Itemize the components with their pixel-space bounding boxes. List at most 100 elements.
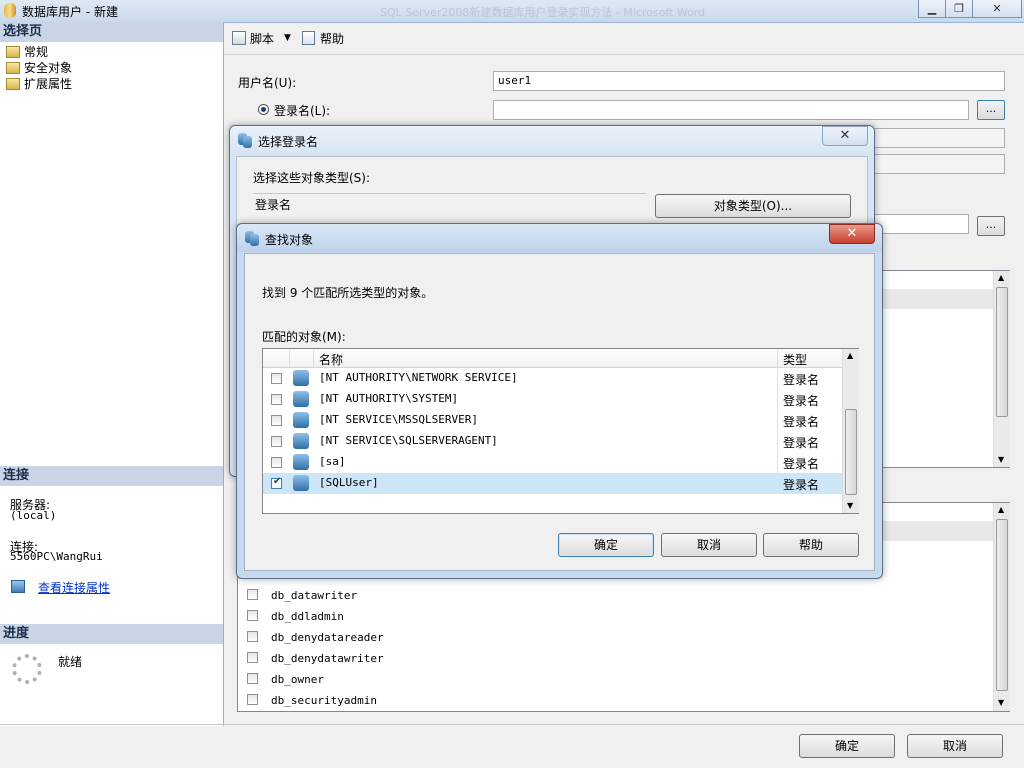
row-checkbox[interactable] bbox=[271, 373, 282, 384]
scrollbar-thumb[interactable] bbox=[996, 287, 1008, 417]
matched-list-scrollbar[interactable]: ▲ ▼ bbox=[842, 349, 859, 513]
row-name: [NT SERVICE\SQLSERVERAGENT] bbox=[319, 434, 498, 447]
script-dropdown-chevron-icon[interactable]: ▼ bbox=[284, 33, 291, 43]
help-icon bbox=[302, 31, 315, 45]
matched-rows: [NT AUTHORITY\NETWORK SERVICE] 登录名 [NT AUT… bbox=[263, 368, 843, 496]
nav-label: 常规 bbox=[24, 45, 49, 59]
find-objects-users-icon bbox=[245, 231, 259, 246]
login-name-input[interactable] bbox=[493, 100, 969, 120]
table-row[interactable]: [NT SERVICE\SQLSERVERAGENT] 登录名 bbox=[263, 431, 843, 452]
nav-item-securables[interactable]: 安全对象 bbox=[6, 60, 72, 76]
object-types-value: 登录名 bbox=[253, 193, 646, 217]
role-name: db_securityadmin bbox=[271, 694, 377, 707]
row-name: [NT AUTHORITY\SYSTEM] bbox=[319, 392, 459, 405]
username-input[interactable]: user1 bbox=[493, 71, 1005, 91]
role-name: db_owner bbox=[271, 673, 324, 686]
login-user-icon bbox=[293, 433, 309, 449]
column-divider bbox=[777, 410, 778, 431]
row-name: [SQLUser] bbox=[319, 476, 379, 489]
row-checkbox[interactable] bbox=[271, 457, 282, 468]
minimize-button[interactable]: ▁ bbox=[918, 0, 946, 18]
radio-dot-icon bbox=[261, 107, 266, 112]
page-icon bbox=[6, 46, 20, 58]
find-cancel-button[interactable]: 取消 bbox=[661, 533, 757, 557]
login-user-icon bbox=[293, 454, 309, 470]
row-name: [NT AUTHORITY\NETWORK SERVICE] bbox=[319, 371, 518, 384]
table-row[interactable]: [sa] 登录名 bbox=[263, 452, 843, 473]
find-objects-dialog: 查找对象 ✕ 找到 9 个匹配所选类型的对象。 匹配的对象(M): 名称 类型 … bbox=[236, 223, 883, 579]
nav-item-extended-properties[interactable]: 扩展属性 bbox=[6, 76, 72, 92]
window-titlebar[interactable]: 数据库用户 - 新建 SQL Server2008新建数据库用户登录实现方法 -… bbox=[0, 0, 1024, 23]
table-row[interactable]: ✔ [SQLUser] 登录名 bbox=[263, 473, 843, 494]
scroll-up-icon[interactable]: ▲ bbox=[998, 273, 1004, 282]
login-name-radio[interactable] bbox=[258, 104, 269, 115]
scrollbar-thumb[interactable] bbox=[845, 409, 857, 495]
row-name: [sa] bbox=[319, 455, 346, 468]
table-row[interactable]: [NT SERVICE\MSSQLSERVER] 登录名 bbox=[263, 410, 843, 431]
role-checkbox[interactable] bbox=[247, 589, 258, 600]
scroll-down-icon[interactable]: ▼ bbox=[847, 501, 853, 510]
row-type: 登录名 bbox=[783, 373, 820, 387]
row-type: 登录名 bbox=[783, 415, 820, 429]
schema-browse-button[interactable]: ... bbox=[977, 216, 1005, 236]
default-schema-input[interactable] bbox=[870, 128, 1005, 148]
role-checkbox[interactable] bbox=[247, 652, 258, 663]
database-icon bbox=[4, 3, 16, 18]
role-checkbox[interactable] bbox=[247, 631, 258, 642]
close-button[interactable]: ✕ bbox=[972, 0, 1022, 18]
select-login-close-button[interactable]: ✕ bbox=[822, 126, 868, 146]
row-checkbox[interactable] bbox=[271, 394, 282, 405]
role-list-scrollbar[interactable]: ▲ ▼ bbox=[993, 503, 1010, 711]
user-icon bbox=[250, 234, 259, 246]
role-checkbox[interactable] bbox=[247, 673, 258, 684]
row-checkbox[interactable] bbox=[271, 436, 282, 447]
find-objects-titlebar[interactable] bbox=[237, 224, 882, 252]
progress-header: 进度 bbox=[0, 624, 223, 644]
column-header-name[interactable]: 名称 bbox=[319, 351, 343, 368]
column-divider bbox=[313, 349, 314, 367]
select-page-header: 选择页 bbox=[0, 22, 223, 42]
role-checkbox[interactable] bbox=[247, 694, 258, 705]
column-divider bbox=[289, 349, 290, 367]
row-checkbox[interactable] bbox=[271, 415, 282, 426]
connection-properties-icon bbox=[11, 580, 25, 593]
connection-value: 5560PC\WangRui bbox=[10, 550, 103, 563]
role-name: db_denydatareader bbox=[271, 631, 384, 644]
progress-spinner-icon bbox=[12, 654, 42, 684]
scroll-down-icon[interactable]: ▼ bbox=[998, 698, 1004, 707]
row-type: 登录名 bbox=[783, 457, 820, 471]
column-divider bbox=[777, 452, 778, 473]
column-divider bbox=[777, 473, 778, 494]
table-row[interactable]: [NT AUTHORITY\SYSTEM] 登录名 bbox=[263, 389, 843, 410]
nav-item-general[interactable]: 常规 bbox=[6, 44, 48, 60]
find-help-button[interactable]: 帮助 bbox=[763, 533, 859, 557]
object-types-button[interactable]: 对象类型(O)... bbox=[655, 194, 851, 218]
column-header-type[interactable]: 类型 bbox=[783, 351, 807, 368]
matched-objects-list[interactable]: 名称 类型 [NT AUTHORITY\NETWORK SERVICE] 登录名[… bbox=[262, 348, 859, 514]
view-connection-properties-link[interactable]: 查看连接属性 bbox=[38, 579, 110, 596]
cancel-button[interactable]: 取消 bbox=[907, 734, 1003, 758]
scroll-up-icon[interactable]: ▲ bbox=[998, 505, 1004, 514]
checkmark-icon: ✔ bbox=[273, 476, 282, 487]
find-ok-button[interactable]: 确定 bbox=[558, 533, 654, 557]
table-row[interactable]: [NT AUTHORITY\NETWORK SERVICE] 登录名 bbox=[263, 368, 843, 389]
owned-schemas-scrollbar[interactable]: ▲ ▼ bbox=[993, 271, 1010, 467]
find-objects-close-button[interactable]: ✕ bbox=[829, 224, 875, 244]
row-checkbox[interactable]: ✔ bbox=[271, 476, 282, 489]
script-button[interactable]: 脚本 bbox=[250, 30, 274, 47]
select-login-titlebar[interactable] bbox=[230, 126, 874, 154]
schema-input[interactable] bbox=[870, 214, 969, 234]
scrollbar-thumb[interactable] bbox=[996, 519, 1008, 691]
select-login-users-icon bbox=[238, 133, 252, 148]
help-button[interactable]: 帮助 bbox=[320, 30, 344, 47]
login-browse-button[interactable]: ... bbox=[977, 100, 1005, 120]
matched-objects-label: 匹配的对象(M): bbox=[262, 330, 346, 344]
login-user-icon bbox=[293, 412, 309, 428]
scroll-up-icon[interactable]: ▲ bbox=[847, 351, 853, 360]
owned-schemas-list[interactable]: ▲ ▼ bbox=[870, 270, 1010, 468]
certificate-input[interactable] bbox=[870, 154, 1005, 174]
scroll-down-icon[interactable]: ▼ bbox=[998, 455, 1004, 464]
role-checkbox[interactable] bbox=[247, 610, 258, 621]
maximize-button[interactable]: ❐ bbox=[945, 0, 973, 18]
ok-button[interactable]: 确定 bbox=[799, 734, 895, 758]
